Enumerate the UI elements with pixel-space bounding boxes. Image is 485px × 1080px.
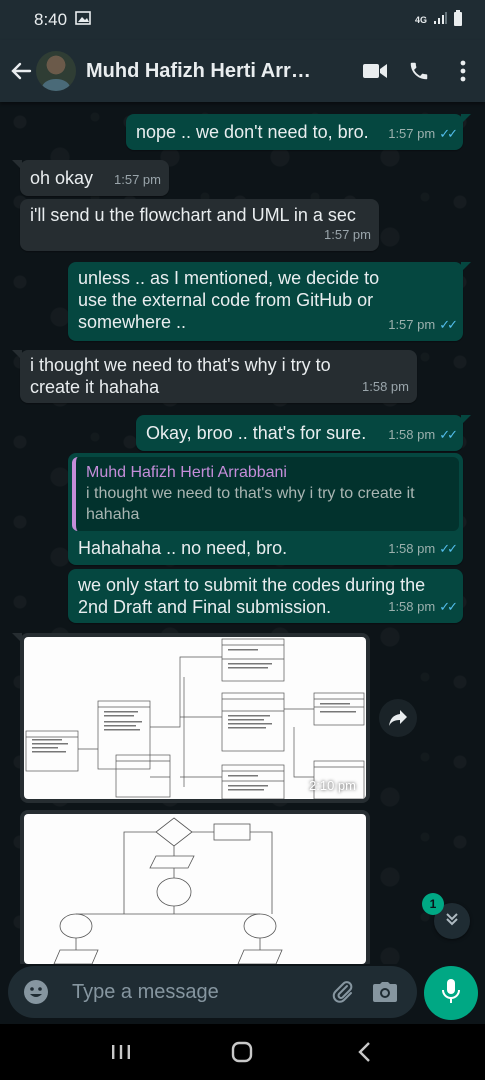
- unread-count-badge: 1: [422, 893, 444, 915]
- read-ticks-icon: ✓✓: [439, 541, 458, 556]
- message-incoming[interactable]: i'll send u the flowchart and UML in a s…: [20, 199, 379, 251]
- mic-icon: [441, 978, 461, 1009]
- phone-icon[interactable]: [397, 49, 441, 93]
- message-outgoing[interactable]: nope .. we don't need to, bro. 1:57 pm ✓✓: [126, 114, 471, 150]
- camera-icon[interactable]: [367, 974, 403, 1010]
- message-incoming[interactable]: oh okay 1:57 pm: [12, 160, 169, 196]
- network-type: 4G: [414, 15, 427, 25]
- battery-icon: [453, 9, 463, 31]
- message-time: 1:57 pm: [324, 227, 371, 242]
- status-bar: 8:40 4G: [0, 0, 485, 40]
- message-text: Okay, broo .. that's for sure.: [146, 423, 367, 443]
- contact-name[interactable]: Muhd Hafizh Herti Arra...: [86, 60, 318, 83]
- composer: Type a message: [0, 964, 485, 1024]
- more-vert-icon[interactable]: [441, 49, 485, 93]
- quoted-text: i thought we need to that's why i try to…: [86, 485, 415, 523]
- system-nav-bar: [0, 1024, 485, 1080]
- message-time: 1:58 pm: [388, 541, 436, 556]
- message-time: 1:58 pm: [362, 379, 409, 394]
- status-time: 8:40: [34, 10, 68, 29]
- read-ticks-icon: ✓✓: [439, 317, 458, 332]
- signal-icon: [433, 10, 447, 30]
- uml-class-diagram-image[interactable]: 2:10 pm: [24, 637, 366, 799]
- message-text: oh okay: [30, 168, 94, 188]
- message-outgoing[interactable]: Okay, broo .. that's for sure. 1:58 pm ✓✓: [136, 415, 471, 451]
- contact-avatar[interactable]: [36, 51, 76, 91]
- read-ticks-icon: ✓✓: [439, 126, 458, 141]
- image-message[interactable]: 2:10 pm: [12, 633, 370, 803]
- message-text: nope .. we don't need to, bro.: [136, 122, 369, 142]
- read-ticks-icon: ✓✓: [439, 599, 458, 614]
- chat-header: Muhd Hafizh Herti Arra...: [0, 40, 485, 102]
- message-text: i thought we need to that's why i try to…: [30, 355, 331, 397]
- mic-button[interactable]: [424, 966, 478, 1020]
- message-time: 1:58 pm: [388, 599, 436, 614]
- message-text: unless .. as I mentioned, we decide to u…: [78, 268, 380, 332]
- message-time: 2:10 pm: [309, 778, 356, 793]
- message-time: 1:57 pm: [114, 172, 161, 187]
- quoted-author: Muhd Hafizh Herti Arrabbani: [86, 464, 287, 481]
- chevron-down-double-icon: [444, 911, 460, 932]
- recents-icon[interactable]: [101, 1032, 141, 1072]
- message-time: 1:57 pm: [388, 126, 436, 141]
- message-outgoing[interactable]: unless .. as I mentioned, we decide to u…: [68, 262, 471, 341]
- read-ticks-icon: ✓✓: [439, 427, 458, 442]
- message-time: 1:57 pm: [388, 317, 436, 332]
- message-input[interactable]: Type a message: [72, 981, 325, 1004]
- message-outgoing[interactable]: we only start to submit the codes during…: [68, 569, 463, 623]
- quoted-message[interactable]: Muhd Hafizh Herti Arrabbani i thought we…: [72, 457, 459, 531]
- message-input-bar[interactable]: Type a message: [8, 966, 417, 1018]
- message-incoming[interactable]: i thought we need to that's why i try to…: [12, 350, 417, 403]
- flowchart-image[interactable]: [24, 814, 366, 964]
- message-outgoing-reply[interactable]: Muhd Hafizh Herti Arrabbani i thought we…: [68, 453, 463, 565]
- forward-icon[interactable]: [379, 699, 417, 737]
- message-text: i'll send u the flowchart and UML in a s…: [30, 205, 356, 225]
- back-arrow-icon[interactable]: [8, 58, 34, 84]
- emoji-icon[interactable]: [18, 974, 54, 1010]
- home-icon[interactable]: [222, 1032, 262, 1072]
- message-time: 1:58 pm: [388, 427, 436, 442]
- gallery-icon: [75, 10, 91, 30]
- attach-icon[interactable]: [325, 974, 361, 1010]
- chat-area[interactable]: nope .. we don't need to, bro. 1:57 pm ✓✓…: [0, 102, 485, 964]
- image-message[interactable]: [20, 810, 370, 964]
- video-call-icon[interactable]: [353, 49, 397, 93]
- back-nav-icon[interactable]: [344, 1032, 384, 1072]
